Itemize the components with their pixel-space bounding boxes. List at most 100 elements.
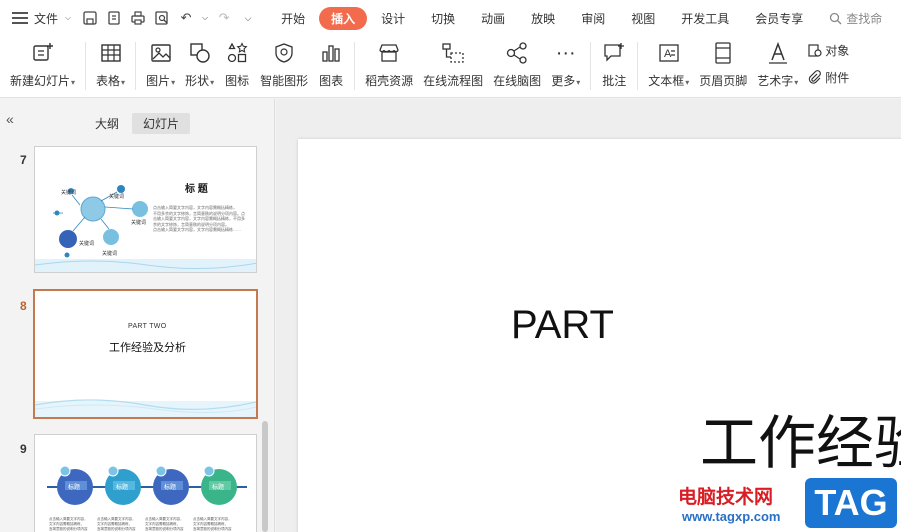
header-footer-icon (710, 40, 736, 66)
slide-9-text-col: 点击输入简要文字内容， 文字内容需概括精练， 言简意赅的说明分项内容 (49, 517, 95, 532)
slide-thumbnail-8[interactable]: PART TWO 工作经验及分析 (33, 289, 258, 419)
comment-button[interactable]: 批注 (596, 40, 632, 89)
slide-title-text[interactable]: 工作经验 (700, 396, 901, 480)
slide-thumbnail-7[interactable]: 标 题 关键词 关键词 关键词 关键词 关键词 点击输入简要文字内容，文字内容需… (34, 146, 257, 273)
tab-transitions[interactable]: 切换 (419, 7, 467, 30)
online-mindmap-button[interactable]: 在线脑图 (488, 40, 546, 89)
slide-9-text-line: 言简意赅的说明分项内容 (193, 527, 232, 531)
docer-resource-button[interactable]: 稻壳资源 (360, 40, 418, 89)
ribbon-toolbar: 新建幻灯片▾ 表格▾ 图片▾ 形状▾ 图标 智能图形 图表 稻壳资源 在线流程图… (0, 36, 901, 98)
tab-membership[interactable]: 会员专享 (743, 7, 815, 30)
slide-8-title: 工作经验及分析 (109, 341, 186, 354)
search-label: 查找命 (846, 11, 883, 26)
mindmap-icon (504, 40, 530, 66)
icon-button[interactable]: 图标 (219, 40, 255, 89)
textbox-button[interactable]: A 文本框▾ (643, 40, 694, 89)
slide-part-text[interactable]: PART (511, 303, 614, 348)
paperclip-icon (809, 70, 822, 84)
flowchart-icon (440, 40, 466, 66)
object-button[interactable]: 对象 (807, 42, 849, 59)
watermark-site-name: 电脑技术网 (678, 486, 774, 508)
online-flowchart-button[interactable]: 在线流程图 (418, 40, 488, 89)
online-mindmap-label: 在线脑图 (493, 74, 542, 88)
chart-label: 图表 (319, 74, 344, 88)
slide-7-body-line: 点击输入简要文字内容，文字内容需概括精练…… (153, 227, 241, 232)
undo-icon[interactable]: ↶ (177, 9, 195, 27)
textbox-label: 文本框 (648, 74, 685, 88)
slide-8-wave (35, 399, 256, 417)
icons-icon (224, 40, 250, 66)
comment-icon (601, 40, 627, 66)
slide-thumbnail-9[interactable]: 标题 标题 标题 标题 点击输入简要文字内容， 文字内容需概括精练， 言简意赅的说明… (34, 434, 257, 532)
site-watermark: 电脑技术网 www.tagxp.com TAG (678, 478, 901, 532)
object-attachment-group: 对象 附件 (803, 40, 849, 86)
slide-9-label: 标题 (164, 485, 177, 491)
attachment-button[interactable]: 附件 (807, 69, 849, 86)
undo-dropdown-icon[interactable]: ⌵ (201, 9, 209, 27)
file-menu-label: 文件 (34, 11, 59, 26)
tab-review[interactable]: 审阅 (569, 7, 617, 30)
tab-slides[interactable]: 幻灯片 (132, 113, 191, 134)
tab-animation[interactable]: 动画 (469, 7, 517, 30)
slide-9-text-col: 点击输入简要文字内容， 文字内容需概括精练， 言简意赅的说明分项内容 (145, 517, 191, 532)
slide-8-part: PART TWO (128, 323, 167, 330)
print-icon[interactable] (129, 9, 147, 27)
slide-9-label: 标题 (116, 485, 129, 491)
tab-developer[interactable]: 开发工具 (669, 7, 741, 30)
new-slide-button[interactable]: 新建幻灯片▾ (0, 40, 80, 89)
smart-graphic-icon (271, 40, 297, 66)
export-pdf-icon[interactable] (105, 9, 123, 27)
comment-label: 批注 (602, 74, 627, 88)
more-icon: ··· (555, 41, 576, 64)
file-menu[interactable]: 文件 ⌵ (0, 10, 71, 27)
header-footer-button[interactable]: 页眉页脚 (694, 40, 752, 89)
tab-view[interactable]: 视图 (619, 7, 667, 30)
chart-icon (318, 40, 344, 66)
slide-9-label: 标题 (212, 485, 225, 491)
watermark-logo: TAG (805, 478, 897, 528)
print-preview-icon[interactable] (153, 9, 171, 27)
panel-scrollbar[interactable] (262, 421, 268, 532)
picture-label: 图片 (146, 74, 171, 88)
picture-icon (148, 40, 174, 66)
table-icon (98, 40, 124, 66)
save-icon[interactable] (81, 9, 99, 27)
smart-graphic-button[interactable]: 智能图形 (255, 40, 313, 89)
slide-9-label: 标题 (68, 485, 81, 491)
tab-design[interactable]: 设计 (369, 7, 417, 30)
slide-panel: « 大纲 幻灯片 7 标 题 关键词 关键词 关键词 关键词 关键词 点击输入简… (0, 99, 275, 532)
chart-button[interactable]: 图表 (313, 40, 349, 89)
slide-7-keyword: 关键词 (131, 220, 147, 226)
wordart-button[interactable]: 艺术字▾ (752, 40, 803, 89)
tab-slideshow[interactable]: 放映 (519, 7, 567, 30)
search-box[interactable]: 查找命 (829, 10, 882, 27)
shape-icon (187, 40, 213, 66)
shape-button[interactable]: 形状▾ (180, 40, 219, 89)
slide-number: 7 (20, 153, 27, 167)
object-label: 对象 (825, 44, 850, 58)
textbox-icon: A (656, 40, 682, 66)
collapse-panel-icon[interactable]: « (6, 111, 14, 127)
slide-7-keyword: 关键词 (61, 190, 77, 196)
slide-7-keyword: 关键词 (102, 251, 118, 257)
slide-9-text-line: 言简意赅的说明分项内容 (49, 527, 88, 531)
tab-start[interactable]: 开始 (269, 7, 317, 30)
watermark-url: www.tagxp.com (682, 509, 781, 524)
docer-resource-label: 稻壳资源 (365, 74, 414, 88)
shape-label: 形状 (185, 74, 210, 88)
more-button[interactable]: ··· 更多▾ (546, 40, 585, 89)
redo-icon[interactable]: ↷ (215, 9, 233, 27)
picture-button[interactable]: 图片▾ (141, 40, 180, 89)
chevron-down-icon: ⌵ (65, 13, 72, 22)
tab-outline[interactable]: 大纲 (84, 113, 130, 134)
more-label: 更多 (551, 74, 576, 88)
tab-insert[interactable]: 插入 (319, 6, 368, 30)
slide-7-body-line: 击输入简要文字内容，文字内容需概括精练，不用多 (153, 216, 245, 221)
slide-7-keyword: 关键词 (79, 241, 95, 247)
slide-7-keyword: 关键词 (109, 194, 125, 200)
new-slide-icon (30, 40, 56, 66)
table-button[interactable]: 表格▾ (91, 40, 130, 89)
customize-toolbar-icon[interactable]: ⌵ (239, 9, 257, 27)
wordart-icon (765, 40, 791, 66)
ribbon-tabs: 开始 插入 设计 切换 动画 放映 审阅 视图 开发工具 会员专享 (269, 6, 815, 30)
